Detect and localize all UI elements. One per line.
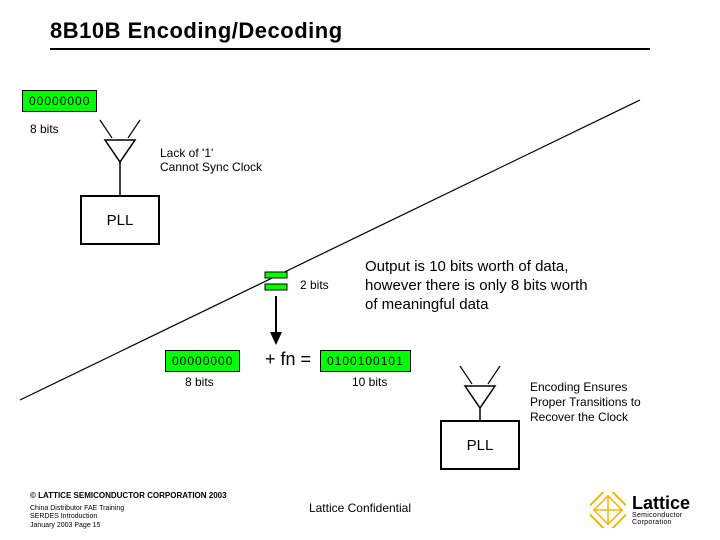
output-explanation: Output is 10 bits worth of data, however… xyxy=(365,258,588,314)
encoding-result: Encoding Ensures Proper Transitions to R… xyxy=(530,380,641,425)
sync-warning-line: Lack of '1' xyxy=(160,146,262,160)
fn-operator: + fn = xyxy=(265,349,311,370)
input-bits-label-top: 8 bits xyxy=(30,122,59,136)
explain-line: of meaningful data xyxy=(365,296,588,315)
pll-label: PLL xyxy=(467,437,494,454)
title-underline xyxy=(50,48,650,50)
result-line: Recover the Clock xyxy=(530,410,641,425)
footer-line: January 2003 Page 15 xyxy=(30,522,124,530)
result-line: Proper Transitions to xyxy=(530,395,641,410)
logo-sub: Semiconductor xyxy=(632,512,690,519)
pll-box-top: PLL xyxy=(80,195,160,245)
result-line: Encoding Ensures xyxy=(530,380,641,395)
input-bits-box-top: 00000000 xyxy=(22,90,97,112)
lattice-logo: Lattice Semiconductor Corporation xyxy=(590,492,690,528)
copyright: © LATTICE SEMICONDUCTOR CORPORATION 2003 xyxy=(30,491,227,500)
pll-label: PLL xyxy=(107,212,134,229)
sync-warning: Lack of '1' Cannot Sync Clock xyxy=(160,146,262,175)
pll-box-bottom: PLL xyxy=(440,420,520,470)
explain-line: Output is 10 bits worth of data, xyxy=(365,258,588,277)
output-bits-label: 10 bits xyxy=(352,375,387,389)
diagram-overlay xyxy=(0,0,720,540)
two-bits-label: 2 bits xyxy=(300,278,329,292)
logo-name: Lattice xyxy=(632,494,690,512)
explain-line: however there is only 8 bits worth xyxy=(365,277,588,296)
input-bits-box-bottom: 00000000 xyxy=(165,350,240,372)
logo-sub: Corporation xyxy=(632,519,690,526)
lattice-logo-icon xyxy=(590,492,626,528)
output-bits-box: 0100100101 xyxy=(320,350,411,372)
sync-warning-line: Cannot Sync Clock xyxy=(160,160,262,174)
input-bits-label-bottom: 8 bits xyxy=(185,375,214,389)
page-title: 8B10B Encoding/Decoding xyxy=(50,18,343,44)
